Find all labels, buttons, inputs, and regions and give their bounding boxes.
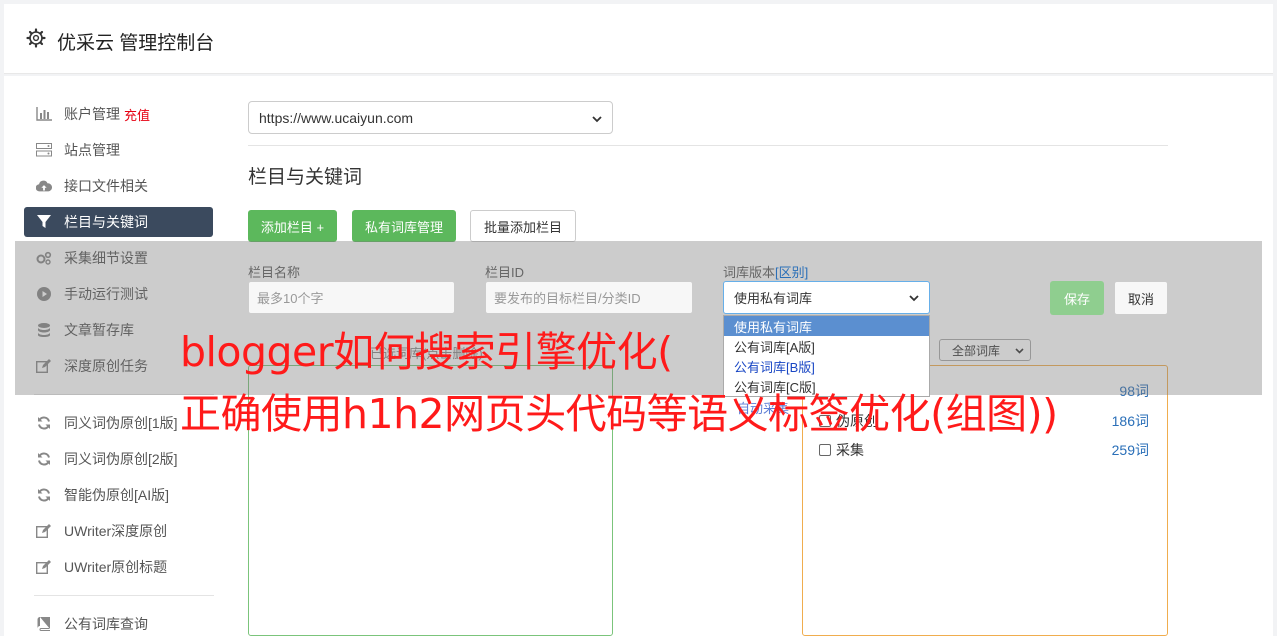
edit-icon	[36, 523, 52, 539]
site-select-value: https://www.ucaiyun.com	[259, 109, 414, 126]
dropdown-option[interactable]: 公有词库[A版]	[724, 336, 929, 356]
library-name: 采集	[836, 442, 864, 458]
private-library-button[interactable]: 私有词库管理	[352, 210, 456, 242]
library-version-select[interactable]: 使用私有词库	[723, 281, 930, 314]
column-name-input[interactable]: 最多10个字	[248, 281, 455, 314]
chevron-down-icon	[909, 290, 919, 305]
sidebar-item-label: 账户管理	[64, 106, 120, 122]
app-title: 优采云 管理控制台	[57, 33, 215, 54]
page-title: 栏目与关键词	[248, 167, 363, 188]
chevron-down-icon	[592, 110, 602, 126]
library-count: 186词	[1111, 413, 1149, 429]
watermark-line-1: blogger如何搜索引擎优化(	[180, 328, 673, 376]
sidebar-item-label: UWriter深度原创	[64, 523, 168, 539]
refresh-icon	[36, 451, 52, 467]
sidebar-item-interface[interactable]: 接口文件相关	[24, 171, 213, 201]
divider	[248, 145, 1168, 146]
checkbox[interactable]	[819, 444, 831, 456]
cloud-upload-icon	[36, 178, 52, 194]
sidebar-item-label: 站点管理	[64, 142, 120, 158]
gear-icon	[26, 28, 46, 48]
library-version-value: 使用私有词库	[734, 291, 813, 306]
filter-icon	[36, 214, 52, 230]
sidebar-item-label: 同义词伪原创[2版]	[64, 451, 178, 467]
sidebar-item-account[interactable]: 账户管理 充值	[24, 99, 213, 129]
dropdown-option[interactable]: 公有词库[B版]	[724, 356, 929, 376]
watermark-line-2: 正确使用h1h2网页头代码等语义标签优化(组图))	[180, 390, 1058, 438]
column-id-label: 栏目ID	[485, 265, 525, 280]
sidebar-item-ai-original[interactable]: 智能伪原创[AI版]	[24, 480, 213, 510]
refresh-icon	[36, 415, 52, 431]
bar-chart-icon	[36, 106, 52, 122]
sidebar-item-label: 同义词伪原创[1版]	[64, 415, 178, 431]
sidebar-item-sites[interactable]: 站点管理	[24, 135, 213, 165]
library-row[interactable]: 采集 259词	[819, 440, 1149, 460]
sidebar-item-label: UWriter原创标题	[64, 559, 168, 575]
sidebar-item-label: 栏目与关键词	[64, 214, 148, 230]
app-header: 优采云 管理控制台	[4, 4, 1273, 74]
recharge-link[interactable]: 充值	[124, 105, 150, 124]
sidebar-item-synonym-v2[interactable]: 同义词伪原创[2版]	[24, 444, 213, 474]
library-count: 259词	[1111, 442, 1149, 458]
difference-link[interactable]: [区别]	[775, 265, 808, 280]
sidebar-item-uwriter-title[interactable]: UWriter原创标题	[24, 552, 213, 582]
sidebar-item-label: 智能伪原创[AI版]	[64, 487, 170, 503]
save-button[interactable]: 保存	[1050, 281, 1104, 315]
add-column-button[interactable]: 添加栏目 +	[248, 210, 337, 242]
server-icon	[36, 142, 52, 158]
sidebar-item-columns[interactable]: 栏目与关键词	[24, 207, 213, 237]
sidebar-item-public-lib-query[interactable]: 公有词库查询	[24, 609, 213, 636]
library-version-label: 词库版本[区别]	[723, 262, 808, 281]
batch-add-button[interactable]: 批量添加栏目	[470, 210, 576, 242]
site-select[interactable]: https://www.ucaiyun.com	[248, 101, 613, 134]
dropdown-option[interactable]: 使用私有词库	[724, 316, 929, 336]
library-version-label-text: 词库版本	[723, 265, 776, 280]
column-id-input[interactable]: 要发布的目标栏目/分类ID	[485, 281, 693, 314]
cancel-button[interactable]: 取消	[1114, 281, 1168, 315]
book-icon	[36, 616, 52, 632]
column-name-label: 栏目名称	[248, 265, 301, 280]
edit-icon	[36, 559, 52, 575]
sidebar-divider	[34, 595, 214, 596]
sidebar-item-label: 接口文件相关	[64, 178, 148, 194]
sidebar-item-uwriter-deep[interactable]: UWriter深度原创	[24, 516, 213, 546]
sidebar-item-label: 公有词库查询	[64, 616, 148, 632]
refresh-icon	[36, 487, 52, 503]
